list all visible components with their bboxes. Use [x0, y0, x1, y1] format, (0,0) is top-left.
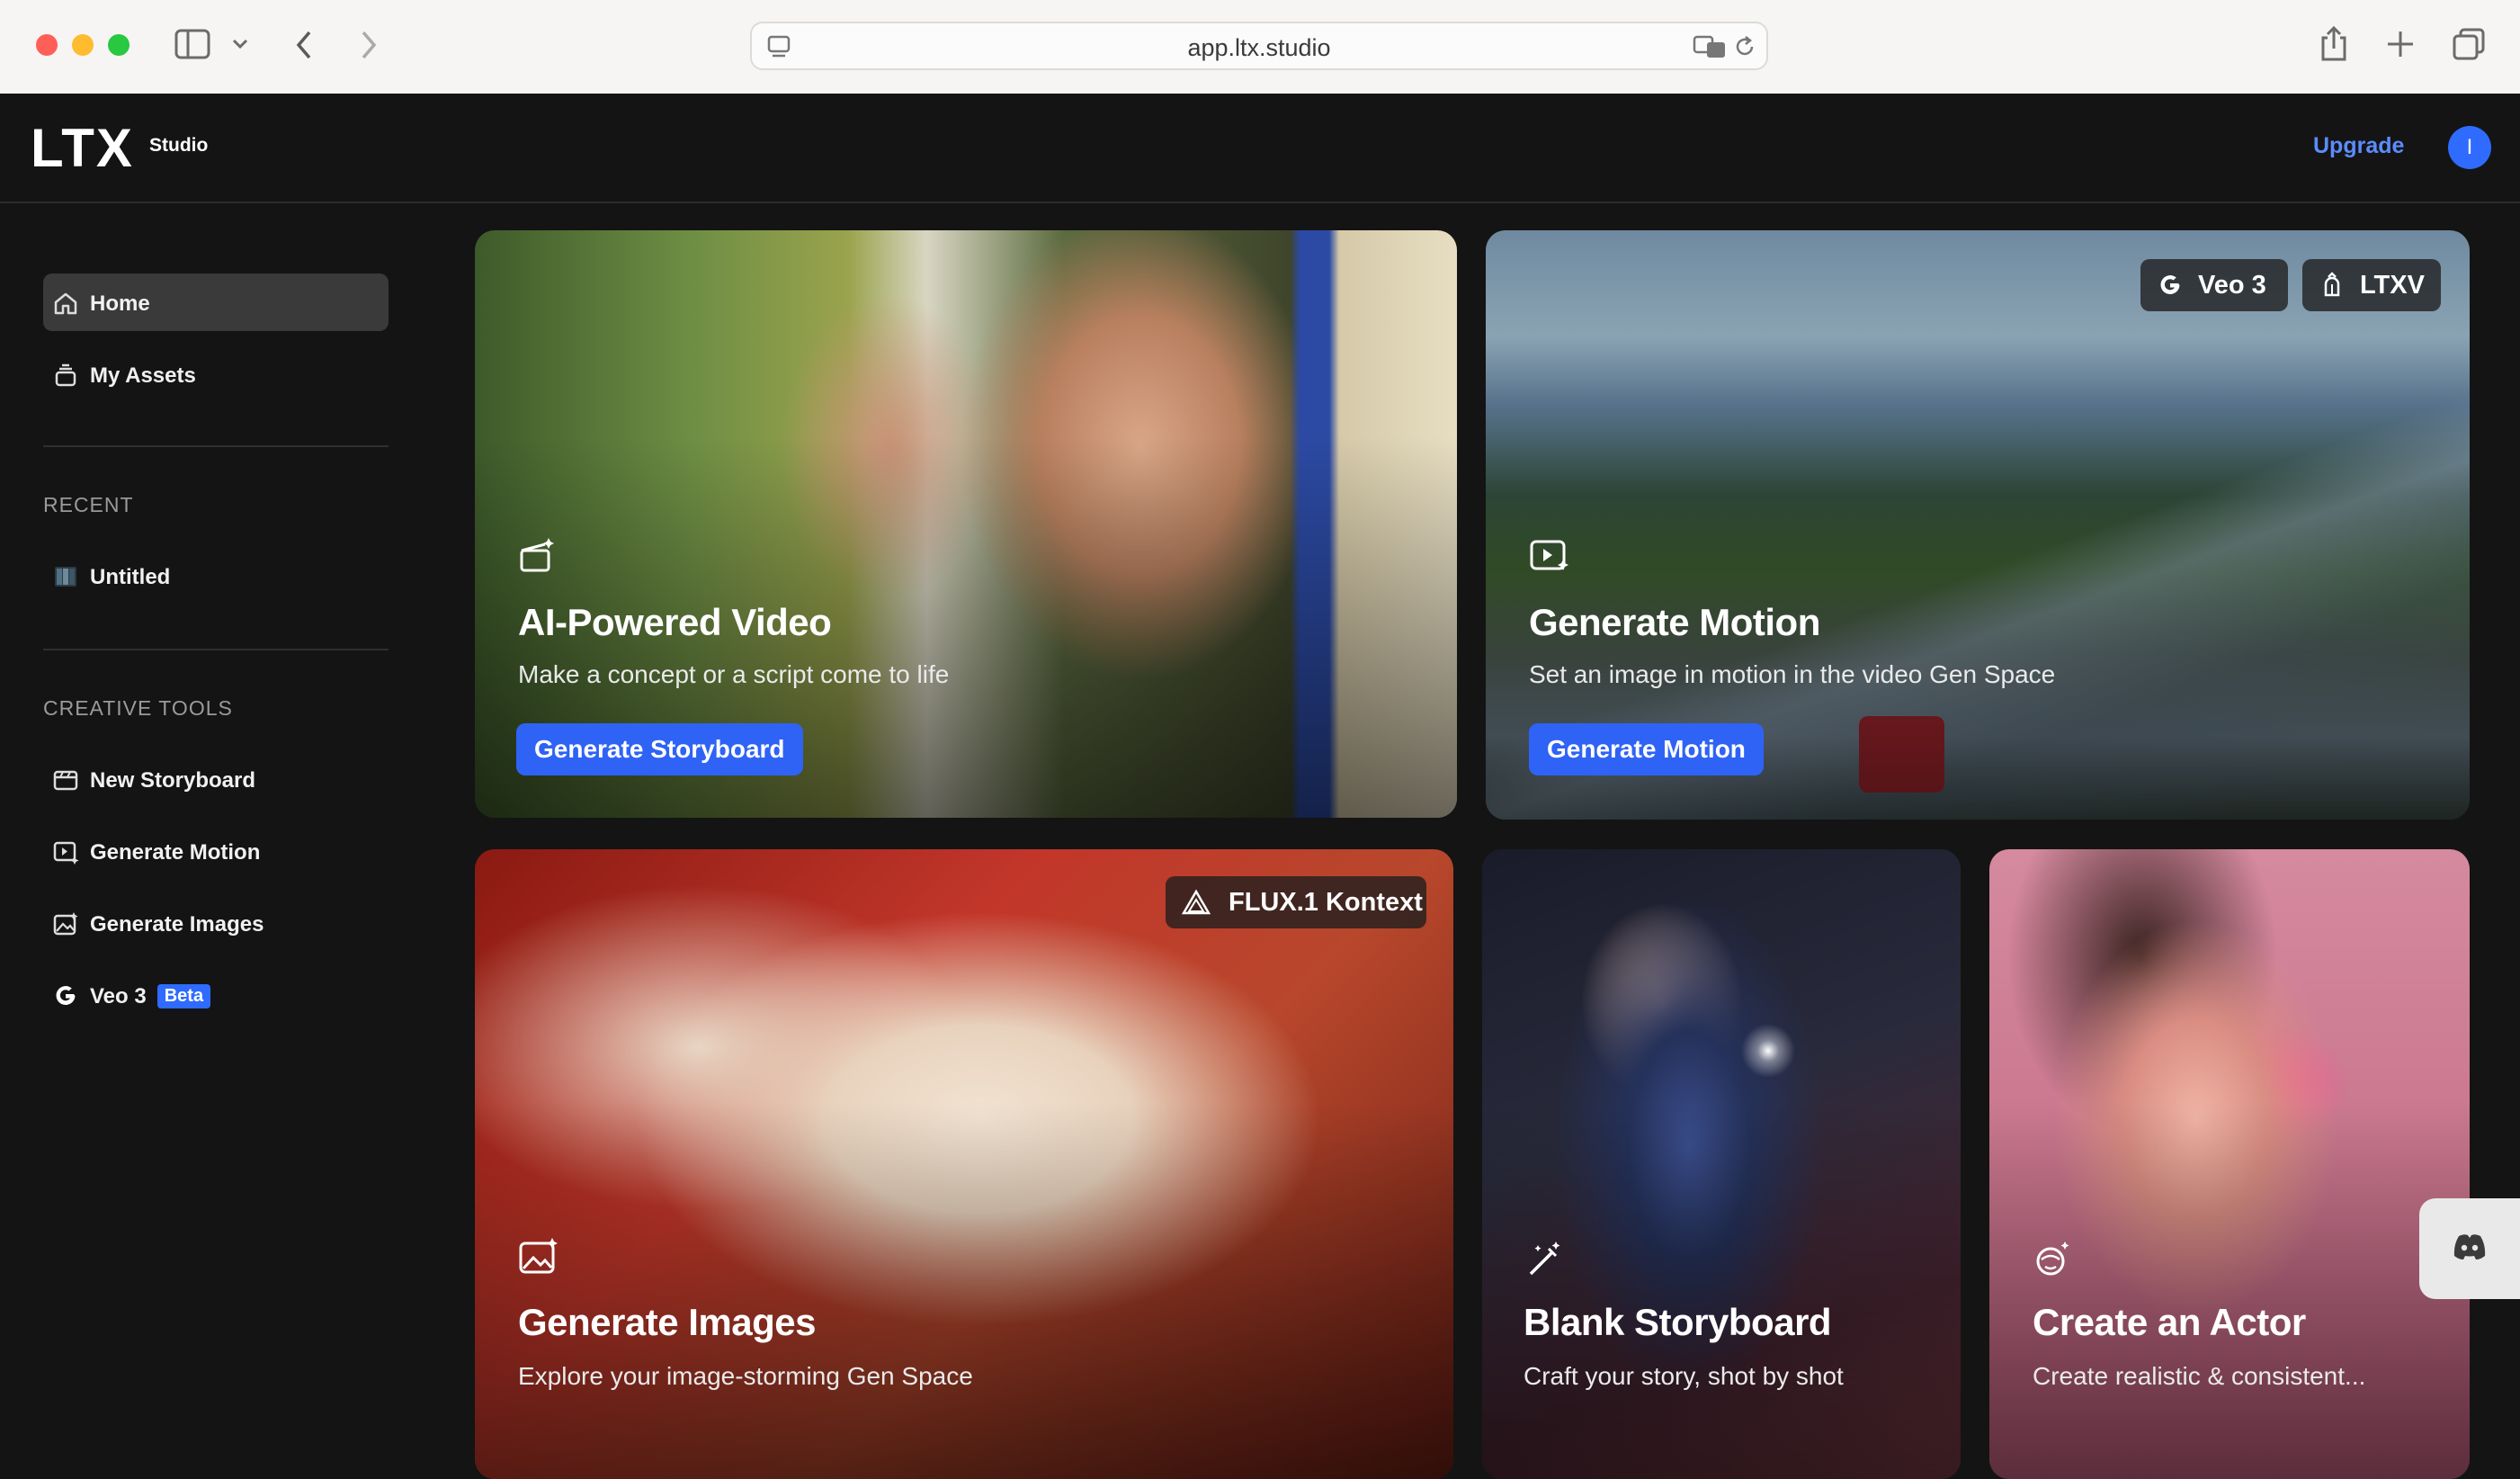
- reload-icon[interactable]: [1732, 34, 1757, 59]
- sidebar-item-label: My Assets: [90, 363, 196, 388]
- card-subtitle: Set an image in motion in the video Gen …: [1529, 660, 2056, 688]
- logo[interactable]: LTX: [31, 117, 134, 179]
- sidebar: Home My Assets RECENT Untitled CREATIVE …: [0, 203, 432, 1418]
- sidebar-item-label: New Storyboard: [90, 768, 256, 793]
- sidebar-item-veo-3[interactable]: Veo 3 Beta: [43, 966, 389, 1024]
- sidebar-item-new-storyboard[interactable]: New Storyboard: [43, 750, 389, 808]
- share-icon[interactable]: [2319, 25, 2349, 63]
- sidebar-item-generate-motion[interactable]: Generate Motion: [43, 822, 389, 880]
- sidebar-divider: [43, 649, 389, 650]
- ltxv-model-badge: LTXV: [2302, 259, 2441, 311]
- recent-item-untitled[interactable]: Untitled: [43, 547, 389, 605]
- new-tab-icon[interactable]: [2385, 29, 2416, 59]
- image-sparkle-icon: [53, 912, 78, 936]
- upgrade-link[interactable]: Upgrade: [2313, 133, 2404, 159]
- motion-icon: [1530, 540, 1568, 570]
- sidebar-item-label: Generate Images: [90, 912, 264, 937]
- generate-storyboard-button[interactable]: Generate Storyboard: [516, 723, 803, 775]
- discord-button[interactable]: [2419, 1198, 2520, 1299]
- sidebar-item-home[interactable]: Home: [43, 273, 389, 331]
- card-title: Generate Images: [518, 1301, 817, 1343]
- clapperboard-icon: [520, 538, 554, 572]
- veo-3-model-badge: Veo 3: [2140, 259, 2288, 311]
- motion-icon: [53, 841, 79, 865]
- badge-label: LTXV: [2360, 271, 2425, 300]
- sidebar-toggle-icon[interactable]: [174, 29, 210, 59]
- sidebar-item-label: Veo 3 Beta: [90, 984, 211, 1009]
- badge-label: Veo 3: [2198, 271, 2266, 300]
- card-title: Create an Actor: [2033, 1301, 2306, 1343]
- discord-icon: [2453, 1234, 2486, 1259]
- card-subtitle: Create realistic & consistent...: [2033, 1362, 2366, 1390]
- home-icon: [54, 292, 77, 315]
- url-text: app.ltx.studio: [1187, 34, 1331, 61]
- card-generate-motion[interactable]: Veo 3 LTXV Generate Motion Set an image …: [1486, 230, 2470, 820]
- creative-tools-section-title: CREATIVE TOOLS: [43, 696, 233, 720]
- card-blank-storyboard[interactable]: Blank Storyboard Craft your story, shot …: [1482, 849, 1961, 1479]
- recent-item-label: Untitled: [90, 565, 171, 589]
- avatar[interactable]: I: [2448, 126, 2491, 169]
- google-g-icon: [2160, 275, 2180, 295]
- tab-overview-icon[interactable]: [2452, 27, 2486, 61]
- card-title: AI-Powered Video: [518, 601, 832, 643]
- storyboard-thumbnail: [55, 567, 76, 587]
- sidebar-item-generate-images[interactable]: Generate Images: [43, 894, 389, 952]
- sidebar-item-label: Home: [90, 291, 150, 316]
- browser-toolbar: app.ltx.studio: [0, 0, 2520, 94]
- flux-triangle-icon: [1182, 889, 1211, 915]
- card-subtitle: Make a concept or a script come to life: [518, 660, 950, 688]
- card-create-an-actor[interactable]: Create an Actor Create realistic & consi…: [1989, 849, 2470, 1479]
- card-title: Blank Storyboard: [1524, 1301, 1832, 1343]
- veo-3-label: Veo 3: [90, 984, 147, 1008]
- card-ai-powered-video[interactable]: AI-Powered Video Make a concept or a scr…: [475, 230, 1457, 818]
- back-arrow-icon[interactable]: [293, 29, 315, 61]
- address-bar[interactable]: app.ltx.studio: [750, 22, 1768, 70]
- magic-wand-icon: [1529, 1241, 1560, 1276]
- close-window-button[interactable]: [36, 34, 58, 56]
- google-g-icon: [56, 986, 76, 1006]
- sidebar-item-my-assets[interactable]: My Assets: [43, 345, 389, 403]
- forward-arrow-icon[interactable]: [358, 29, 380, 61]
- recent-section-title: RECENT: [43, 493, 134, 516]
- flux-model-badge: FLUX.1 Kontext: [1166, 876, 1426, 928]
- card-title: Generate Motion: [1529, 601, 1820, 643]
- badge-label: FLUX.1 Kontext: [1229, 888, 1423, 917]
- sidebar-divider: [43, 445, 389, 447]
- card-generate-images[interactable]: FLUX.1 Kontext Generate Images Explore y…: [475, 849, 1453, 1479]
- stack-icon: [55, 363, 76, 387]
- translate-icon[interactable]: [1693, 34, 1729, 59]
- logo-subtitle: Studio: [149, 135, 209, 156]
- chevron-down-icon[interactable]: [232, 38, 248, 50]
- zoom-window-button[interactable]: [108, 34, 130, 56]
- actor-face-icon: [2036, 1241, 2069, 1276]
- minimize-window-button[interactable]: [72, 34, 94, 56]
- beta-badge: Beta: [156, 984, 211, 1008]
- card-subtitle: Craft your story, shot by shot: [1524, 1362, 1844, 1390]
- card-subtitle: Explore your image-storming Gen Space: [518, 1362, 973, 1390]
- ltxv-icon: [2324, 272, 2340, 297]
- image-sparkle-icon: [519, 1238, 558, 1274]
- generate-motion-button[interactable]: Generate Motion: [1529, 723, 1764, 775]
- sidebar-item-label: Generate Motion: [90, 840, 261, 865]
- app-header: LTX Studio Upgrade I: [0, 94, 2520, 203]
- storyboard-icon: [53, 770, 78, 791]
